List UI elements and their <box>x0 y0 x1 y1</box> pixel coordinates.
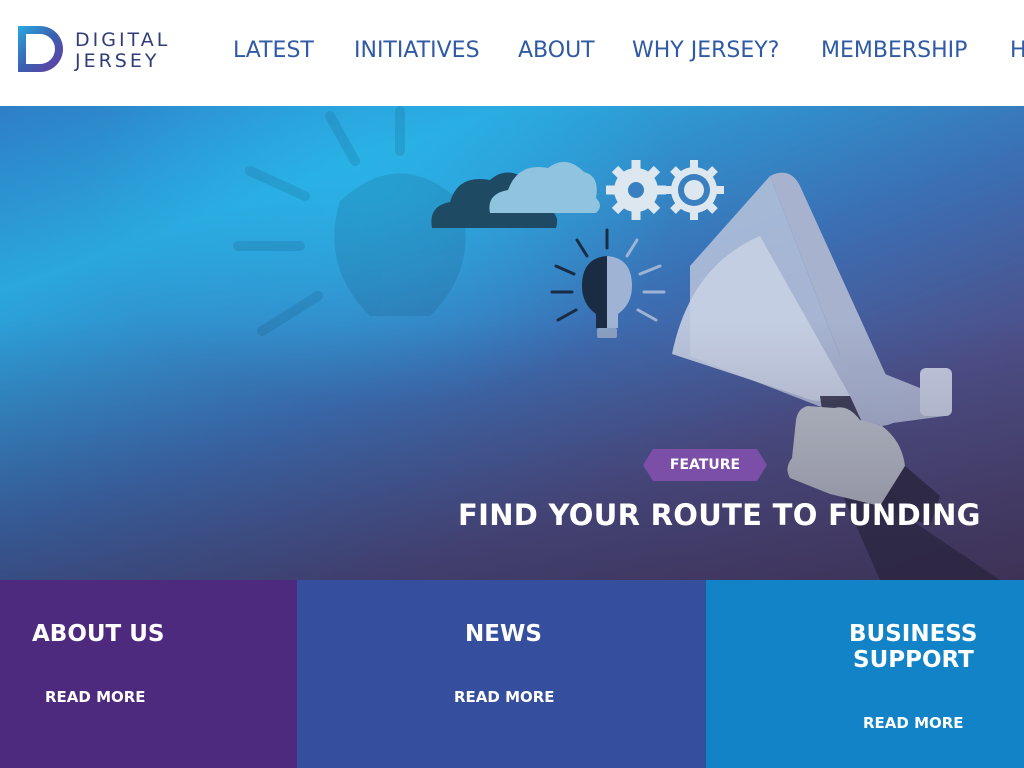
nav-item-truncated[interactable]: H <box>1010 38 1024 64</box>
panel-business-support[interactable]: BUSINESS SUPPORT READ MORE <box>706 580 1024 768</box>
feature-badge: FEATURE <box>643 449 767 481</box>
about-us-read-more-link[interactable]: READ MORE <box>45 688 146 706</box>
nav-item-why-jersey[interactable]: WHY JERSEY? <box>632 38 779 64</box>
nav-item-latest[interactable]: LATEST <box>233 38 314 64</box>
nav-item-initiatives[interactable]: INITIATIVES <box>354 38 480 64</box>
panel-about-us[interactable]: ABOUT US READ MORE <box>0 580 297 768</box>
panel-title-business: BUSINESS <box>849 621 978 647</box>
main-nav: LATEST INITIATIVES ABOUT WHY JERSEY? MEM… <box>0 0 1024 106</box>
nav-item-about[interactable]: ABOUT <box>518 38 595 64</box>
hero-title[interactable]: FIND YOUR ROUTE TO FUNDING <box>458 498 981 532</box>
business-support-read-more-link[interactable]: READ MORE <box>863 714 964 732</box>
news-read-more-link[interactable]: READ MORE <box>454 688 555 706</box>
panel-news[interactable]: NEWS READ MORE <box>297 580 706 768</box>
hero-banner[interactable]: FEATURE FIND YOUR ROUTE TO FUNDING <box>0 106 1024 580</box>
nav-item-membership[interactable]: MEMBERSHIP <box>821 38 967 64</box>
panel-title-support: SUPPORT <box>853 647 974 673</box>
panel-title-about-us: ABOUT US <box>32 621 165 647</box>
panel-title-news: NEWS <box>465 621 542 647</box>
site-header: DIGITAL JERSEY LATEST INITIATIVES ABOUT … <box>0 0 1024 106</box>
